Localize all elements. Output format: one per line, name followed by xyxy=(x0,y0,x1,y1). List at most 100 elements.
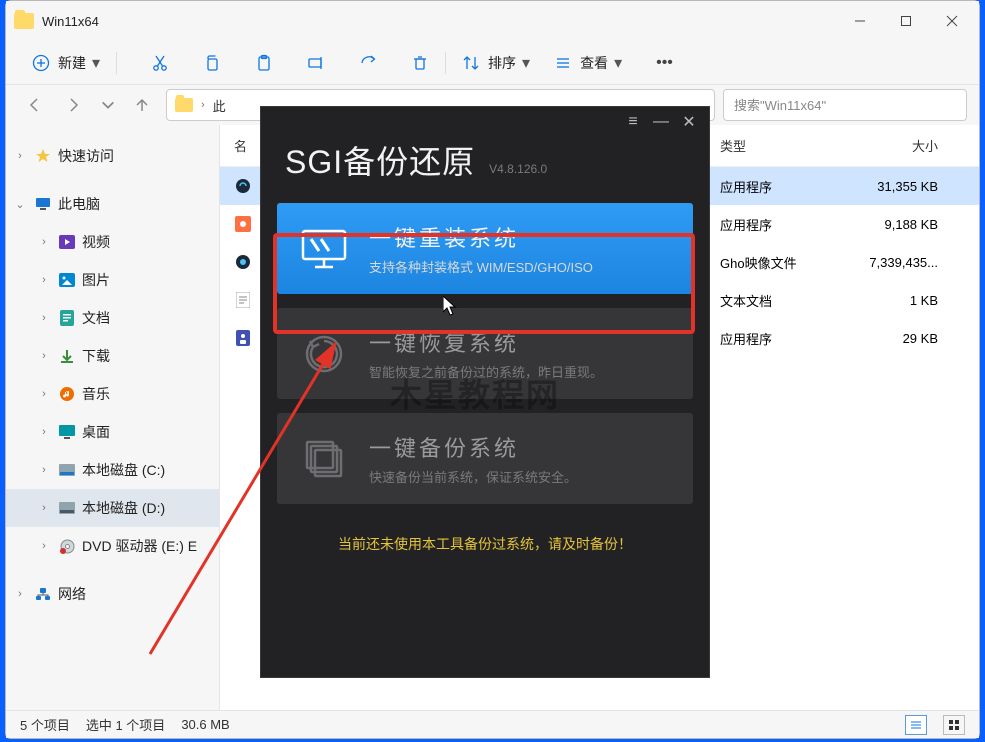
sidebar-item-quick-access[interactable]: › 快速访问 xyxy=(6,137,219,175)
sidebar-label: 网络 xyxy=(58,584,86,604)
toolbar: 新建 ▾ 排序 ▾ 查看 ▾ ••• xyxy=(6,41,979,85)
sidebar-item-this-pc[interactable]: ⌄ 此电脑 xyxy=(6,185,219,223)
dialog-titlebar: ≡ — ✕ xyxy=(261,107,709,137)
col-size[interactable]: 大小 xyxy=(850,136,960,155)
download-icon xyxy=(56,347,78,365)
file-size: 7,339,435... xyxy=(850,255,960,270)
desktop-icon xyxy=(56,423,78,441)
chevron-down-icon: ▾ xyxy=(522,53,530,73)
new-button[interactable]: 新建 ▾ xyxy=(20,47,112,79)
sidebar-item-disk-c[interactable]: ›本地磁盘 (C:) xyxy=(6,451,219,489)
cursor-icon xyxy=(443,296,459,318)
dialog-close-button[interactable]: ✕ xyxy=(675,108,703,136)
folder-icon xyxy=(14,13,34,29)
view-label: 查看 xyxy=(580,53,608,73)
cut-button[interactable] xyxy=(139,47,181,79)
video-icon xyxy=(56,233,78,251)
file-type: 应用程序 xyxy=(720,329,850,348)
more-button[interactable]: ••• xyxy=(644,47,685,79)
dialog-card-0[interactable]: 一键重装系统支持各种封装格式 WIM/ESD/GHO/ISO xyxy=(277,203,693,294)
sidebar-item-dvd[interactable]: ›DVD 驱动器 (E:) E xyxy=(6,527,219,565)
status-selected: 选中 1 个项目 xyxy=(86,715,165,734)
network-icon xyxy=(32,585,54,603)
chevron-down-icon: ⌄ xyxy=(12,198,28,211)
sidebar-item-disk-d[interactable]: ›本地磁盘 (D:) xyxy=(6,489,219,527)
chevron-right-icon: › xyxy=(12,150,28,162)
monitor-icon xyxy=(32,195,54,213)
status-count: 5 个项目 xyxy=(20,715,70,734)
sidebar-item-videos[interactable]: ›视频 xyxy=(6,223,219,261)
sidebar-label: 本地磁盘 (D:) xyxy=(82,498,165,518)
sidebar-label: 文档 xyxy=(82,308,110,328)
dvd-icon xyxy=(56,537,78,555)
file-size: 29 KB xyxy=(850,331,960,346)
card-subtitle: 智能恢复之前备份过的系统，昨日重现。 xyxy=(369,362,603,381)
restore-icon xyxy=(297,331,351,377)
card-title: 一键重装系统 xyxy=(369,221,593,253)
breadcrumb-item[interactable]: 此 xyxy=(213,96,226,115)
sgi-dialog: ≡ — ✕ SGI备份还原 V4.8.126.0 一键重装系统支持各种封装格式 … xyxy=(260,106,710,678)
sidebar-label: 桌面 xyxy=(82,422,110,442)
sidebar-label: 此电脑 xyxy=(58,194,100,214)
dialog-minimize-button[interactable]: — xyxy=(647,108,675,136)
sort-label: 排序 xyxy=(488,53,516,73)
view-icons-button[interactable] xyxy=(943,715,965,735)
paste-button[interactable] xyxy=(243,47,285,79)
sidebar: › 快速访问 ⌄ 此电脑 ›视频 ›图片 ›文档 ›下载 ›音乐 ›桌面 ›本地… xyxy=(6,125,220,710)
sidebar-label: 快速访问 xyxy=(58,146,114,166)
dialog-card-2[interactable]: 一键备份系统快速备份当前系统，保证系统安全。 xyxy=(277,413,693,504)
dialog-card-1[interactable]: 一键恢复系统智能恢复之前备份过的系统，昨日重现。 xyxy=(277,308,693,399)
sidebar-item-pictures[interactable]: ›图片 xyxy=(6,261,219,299)
monitor-icon xyxy=(297,226,351,272)
music-icon xyxy=(56,385,78,403)
search-input[interactable] xyxy=(723,89,967,121)
backup-icon xyxy=(297,436,351,482)
file-size: 1 KB xyxy=(850,293,960,308)
maximize-button[interactable] xyxy=(883,1,929,41)
view-button[interactable]: 查看 ▾ xyxy=(542,47,634,79)
chevron-down-icon: ▾ xyxy=(92,53,100,73)
disk-icon xyxy=(56,461,78,479)
sidebar-item-desktop[interactable]: ›桌面 xyxy=(6,413,219,451)
sidebar-label: 本地磁盘 (C:) xyxy=(82,460,165,480)
sidebar-item-downloads[interactable]: ›下载 xyxy=(6,337,219,375)
sidebar-item-music[interactable]: ›音乐 xyxy=(6,375,219,413)
dialog-menu-button[interactable]: ≡ xyxy=(619,108,647,136)
titlebar: Win11x64 xyxy=(6,1,979,41)
sidebar-item-documents[interactable]: ›文档 xyxy=(6,299,219,337)
file-type: 应用程序 xyxy=(720,177,850,196)
recent-button[interactable] xyxy=(98,89,118,121)
close-button[interactable] xyxy=(929,1,975,41)
file-icon xyxy=(234,291,252,309)
dialog-title-text: SGI备份还原 xyxy=(285,137,475,183)
file-type: 文本文档 xyxy=(720,291,850,310)
file-icon xyxy=(234,215,252,233)
file-icon xyxy=(234,329,252,347)
file-type: Gho映像文件 xyxy=(720,253,850,272)
forward-button[interactable] xyxy=(58,89,90,121)
dialog-card-list: 一键重装系统支持各种封装格式 WIM/ESD/GHO/ISO 一键恢复系统智能恢复… xyxy=(261,183,709,504)
back-button[interactable] xyxy=(18,89,50,121)
sidebar-item-network[interactable]: ›网络 xyxy=(6,575,219,613)
rename-button[interactable] xyxy=(295,47,337,79)
file-size: 9,188 KB xyxy=(850,217,960,232)
disk-icon xyxy=(56,499,78,517)
share-button[interactable] xyxy=(347,47,389,79)
view-details-button[interactable] xyxy=(905,715,927,735)
minimize-button[interactable] xyxy=(837,1,883,41)
status-bar: 5 个项目 选中 1 个项目 30.6 MB xyxy=(6,710,979,738)
up-button[interactable] xyxy=(126,89,158,121)
sidebar-label: 图片 xyxy=(82,270,110,290)
delete-button[interactable] xyxy=(399,47,441,79)
copy-button[interactable] xyxy=(191,47,233,79)
sidebar-label: 音乐 xyxy=(82,384,110,404)
sort-button[interactable]: 排序 ▾ xyxy=(450,47,542,79)
sidebar-label: 下载 xyxy=(82,346,110,366)
star-icon xyxy=(32,147,54,165)
dialog-hint: 当前还未使用本工具备份过系统，请及时备份！ xyxy=(261,534,709,554)
separator xyxy=(445,52,446,74)
picture-icon xyxy=(56,271,78,289)
col-type[interactable]: 类型 xyxy=(720,136,850,155)
file-type: 应用程序 xyxy=(720,215,850,234)
sidebar-label: 视频 xyxy=(82,232,110,252)
